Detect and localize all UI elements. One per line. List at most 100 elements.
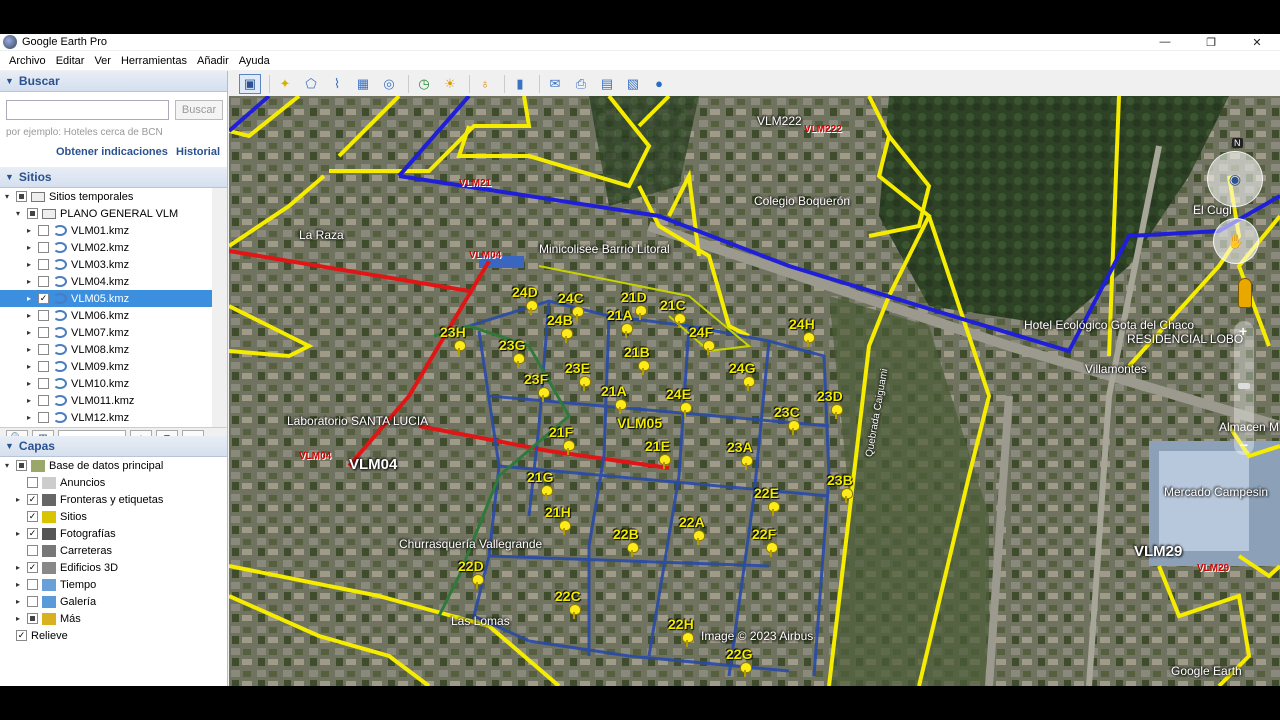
- visibility-checkbox[interactable]: [38, 378, 49, 389]
- map-label[interactable]: VLM04: [469, 250, 501, 261]
- search-input[interactable]: [6, 100, 169, 120]
- layers-tree[interactable]: ▾ Base de datos principal Anuncios ▸ ✓ Fronte…: [0, 457, 227, 644]
- record-tour-icon[interactable]: ◎: [378, 74, 400, 94]
- layers-tree-item[interactable]: ▸ ✓ Fotografías: [0, 525, 227, 542]
- menu-editar[interactable]: Editar: [56, 55, 85, 67]
- expand-toggle-icon[interactable]: ▸: [24, 294, 34, 303]
- places-tree-item[interactable]: ▸ ✓ VLM05.kmz: [0, 290, 212, 307]
- map-label[interactable]: Google Earth: [1171, 664, 1242, 678]
- expand-toggle-icon[interactable]: ▸: [24, 243, 34, 252]
- layers-tree-item[interactable]: ▸ Galería: [0, 593, 227, 610]
- pushpin-icon[interactable]: [541, 485, 553, 500]
- layers-tree-item[interactable]: Anuncios: [0, 474, 227, 491]
- expand-toggle-icon[interactable]: ▸: [13, 529, 23, 538]
- expand-toggle-icon[interactable]: ▸: [24, 226, 34, 235]
- block-label[interactable]: 21G: [527, 469, 553, 485]
- block-label[interactable]: 21A: [601, 383, 627, 399]
- layers-tree-item[interactable]: ✓ Sitios: [0, 508, 227, 525]
- pushpin-icon[interactable]: [569, 604, 581, 619]
- map-label[interactable]: Minicolisee Barrio Litoral: [539, 242, 670, 256]
- expand-toggle-icon[interactable]: ▸: [24, 379, 34, 388]
- visibility-checkbox[interactable]: [38, 259, 49, 270]
- block-label[interactable]: 23G: [499, 337, 525, 353]
- layers-tree-item[interactable]: ✓ Relieve: [0, 627, 227, 644]
- pushpin-icon[interactable]: [621, 323, 633, 338]
- block-label[interactable]: 22H: [668, 616, 694, 632]
- pushpin-icon[interactable]: [572, 306, 584, 321]
- block-label[interactable]: 21E: [645, 438, 670, 454]
- pushpin-icon[interactable]: [743, 376, 755, 391]
- block-label[interactable]: 23E: [565, 360, 590, 376]
- visibility-checkbox[interactable]: [27, 208, 38, 219]
- ruler-icon[interactable]: ▮: [509, 74, 531, 94]
- expand-toggle-icon[interactable]: ▸: [24, 277, 34, 286]
- expand-toggle-icon[interactable]: ▸: [24, 328, 34, 337]
- places-tree-item[interactable]: ▸ VLM04.kmz: [0, 273, 212, 290]
- pushpin-icon[interactable]: [638, 360, 650, 375]
- visibility-checkbox[interactable]: [27, 596, 38, 607]
- expand-toggle-icon[interactable]: ▾: [13, 209, 23, 218]
- places-tree-item[interactable]: ▸ VLM12.kmz: [0, 409, 212, 426]
- visibility-checkbox[interactable]: [38, 327, 49, 338]
- history-link[interactable]: Historial: [176, 146, 220, 158]
- visibility-checkbox[interactable]: [38, 361, 49, 372]
- map-label[interactable]: Churrasquería Vallegrande: [399, 537, 542, 551]
- expand-toggle-icon[interactable]: ▸: [24, 311, 34, 320]
- places-tree-item[interactable]: ▸ VLM08.kmz: [0, 341, 212, 358]
- layers-tree-item[interactable]: ▸ Tiempo: [0, 576, 227, 593]
- pushpin-icon[interactable]: [741, 455, 753, 470]
- block-label[interactable]: 21B: [624, 344, 650, 360]
- earth-icon[interactable]: ●: [648, 74, 670, 94]
- visibility-checkbox[interactable]: ✓: [27, 494, 38, 505]
- minimize-button[interactable]: —: [1142, 34, 1188, 50]
- block-label[interactable]: 23H: [440, 324, 466, 340]
- block-label[interactable]: 24F: [689, 324, 713, 340]
- places-tree-item[interactable]: ▸ VLM02.kmz: [0, 239, 212, 256]
- pushpin-icon[interactable]: [615, 399, 627, 414]
- block-label[interactable]: 23F: [524, 371, 548, 387]
- places-tree-item[interactable]: ▾ Sitios temporales: [0, 188, 212, 205]
- menu-archivo[interactable]: Archivo: [9, 55, 46, 67]
- map-label[interactable]: Image © 2023 Airbus: [701, 629, 813, 643]
- pushpin-icon[interactable]: [579, 376, 591, 391]
- visibility-checkbox[interactable]: [38, 310, 49, 321]
- zoom-out-button[interactable]: −: [1240, 437, 1248, 453]
- placemark-icon[interactable]: ✦: [274, 74, 296, 94]
- pushpin-icon[interactable]: [841, 488, 853, 503]
- get-directions-link[interactable]: Obtener indicaciones: [56, 146, 168, 158]
- block-label[interactable]: 22B: [613, 526, 639, 542]
- map-label[interactable]: Las Lomas: [451, 614, 510, 628]
- expand-toggle-icon[interactable]: ▸: [13, 580, 23, 589]
- pushpin-icon[interactable]: [768, 501, 780, 516]
- pushpin-icon[interactable]: [472, 574, 484, 589]
- expand-toggle-icon[interactable]: ▸: [24, 413, 34, 422]
- layers-tree-item[interactable]: ▸ ✓ Edificios 3D: [0, 559, 227, 576]
- map-label[interactable]: VLM222: [804, 124, 842, 135]
- visibility-checkbox[interactable]: [16, 460, 27, 471]
- menu-anadir[interactable]: Añadir: [197, 55, 229, 67]
- places-tree-item[interactable]: ▸ VLM03.kmz: [0, 256, 212, 273]
- visibility-checkbox[interactable]: ✓: [16, 630, 27, 641]
- visibility-checkbox[interactable]: [38, 395, 49, 406]
- pushpin-icon[interactable]: [538, 387, 550, 402]
- pushpin-icon[interactable]: [454, 340, 466, 355]
- expand-toggle-icon[interactable]: ▾: [2, 192, 12, 201]
- visibility-checkbox[interactable]: [27, 545, 38, 556]
- pushpin-icon[interactable]: [803, 332, 815, 347]
- map-label[interactable]: VLM04: [349, 456, 397, 473]
- expand-toggle-icon[interactable]: ▾: [2, 461, 12, 470]
- block-label[interactable]: 24E: [666, 386, 691, 402]
- places-tree-item[interactable]: ▸ VLM09.kmz: [0, 358, 212, 375]
- map-label[interactable]: VLM222: [757, 114, 802, 128]
- visibility-checkbox[interactable]: [38, 242, 49, 253]
- block-label[interactable]: 21D: [621, 289, 647, 305]
- block-label[interactable]: 24C: [558, 290, 584, 306]
- zoom-slider[interactable]: + −: [1234, 321, 1254, 455]
- map-label[interactable]: VLM21: [459, 178, 491, 189]
- map-label[interactable]: VLM04: [299, 451, 331, 462]
- pushpin-icon[interactable]: [680, 402, 692, 417]
- block-label[interactable]: 24B: [547, 312, 573, 328]
- visibility-checkbox[interactable]: [27, 477, 38, 488]
- earth-3d-view[interactable]: VLM222 Colegio Boquerón La Raza Minicolisee…: [229, 96, 1280, 686]
- visibility-checkbox[interactable]: ✓: [27, 528, 38, 539]
